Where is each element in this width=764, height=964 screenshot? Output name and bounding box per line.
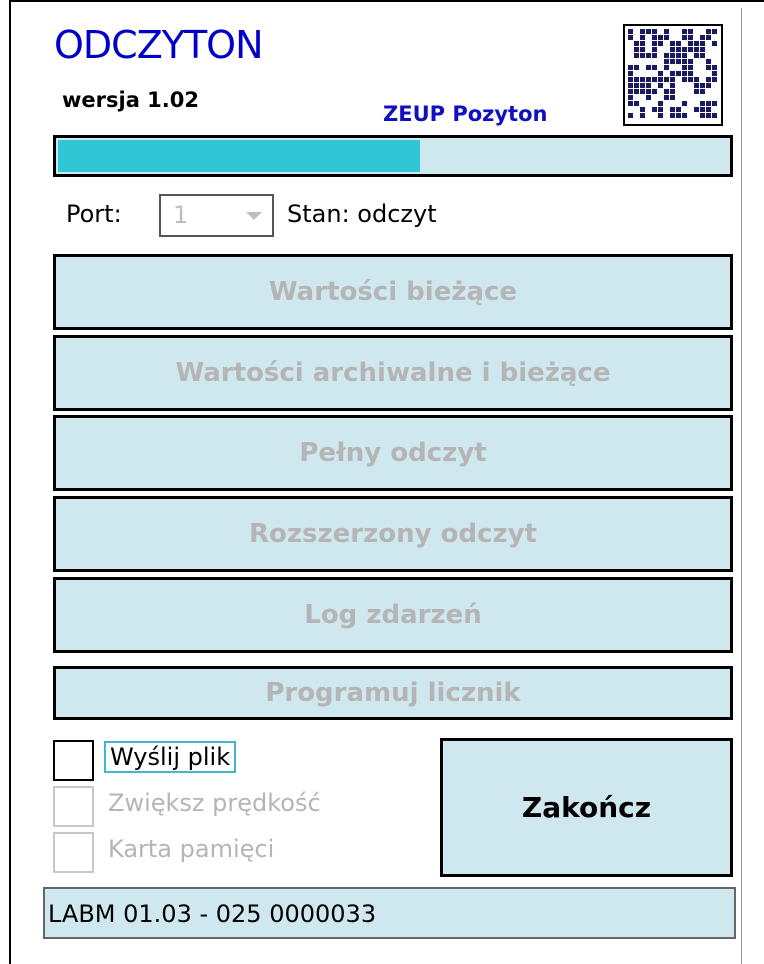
window-frame-top: [9, 0, 764, 2]
memory-card-checkbox[interactable]: [53, 832, 94, 873]
extended-read-button[interactable]: Rozszerzony odczyt: [53, 496, 733, 572]
state-label: Stan: odczyt: [287, 200, 437, 228]
progress-bar: [53, 135, 733, 177]
increase-speed-checkbox[interactable]: [53, 786, 94, 827]
increase-speed-label[interactable]: Zwiększ prędkość: [108, 791, 321, 815]
current-values-button[interactable]: Wartości bieżące: [53, 254, 733, 330]
port-select[interactable]: 1: [159, 194, 274, 237]
archive-values-button[interactable]: Wartości archiwalne i bieżące: [53, 335, 733, 411]
memory-card-label[interactable]: Karta pamięci: [108, 837, 274, 861]
program-meter-button[interactable]: Programuj licznik: [53, 666, 733, 720]
status-bar: LABM 01.03 - 025 0000033: [43, 887, 736, 939]
port-value: 1: [173, 201, 189, 229]
port-label: Port:: [66, 200, 122, 228]
exit-button[interactable]: Zakończ: [440, 738, 733, 877]
qr-code-icon: [623, 24, 723, 126]
event-log-button[interactable]: Log zdarzeń: [53, 577, 733, 653]
progress-fill: [58, 140, 420, 172]
company-name: ZEUP Pozyton: [383, 102, 548, 126]
window-frame-left: [9, 0, 11, 964]
full-read-button[interactable]: Pełny odczyt: [53, 415, 733, 491]
status-text: LABM 01.03 - 025 0000033: [48, 900, 377, 928]
window-frame-right: [741, 8, 742, 964]
send-file-label[interactable]: Wyślij plik: [103, 741, 237, 773]
version-label: wersja 1.02: [62, 88, 199, 112]
send-file-checkbox[interactable]: [53, 740, 94, 781]
chevron-down-icon[interactable]: [246, 212, 262, 220]
app-title: ODCZYTON: [54, 23, 263, 67]
